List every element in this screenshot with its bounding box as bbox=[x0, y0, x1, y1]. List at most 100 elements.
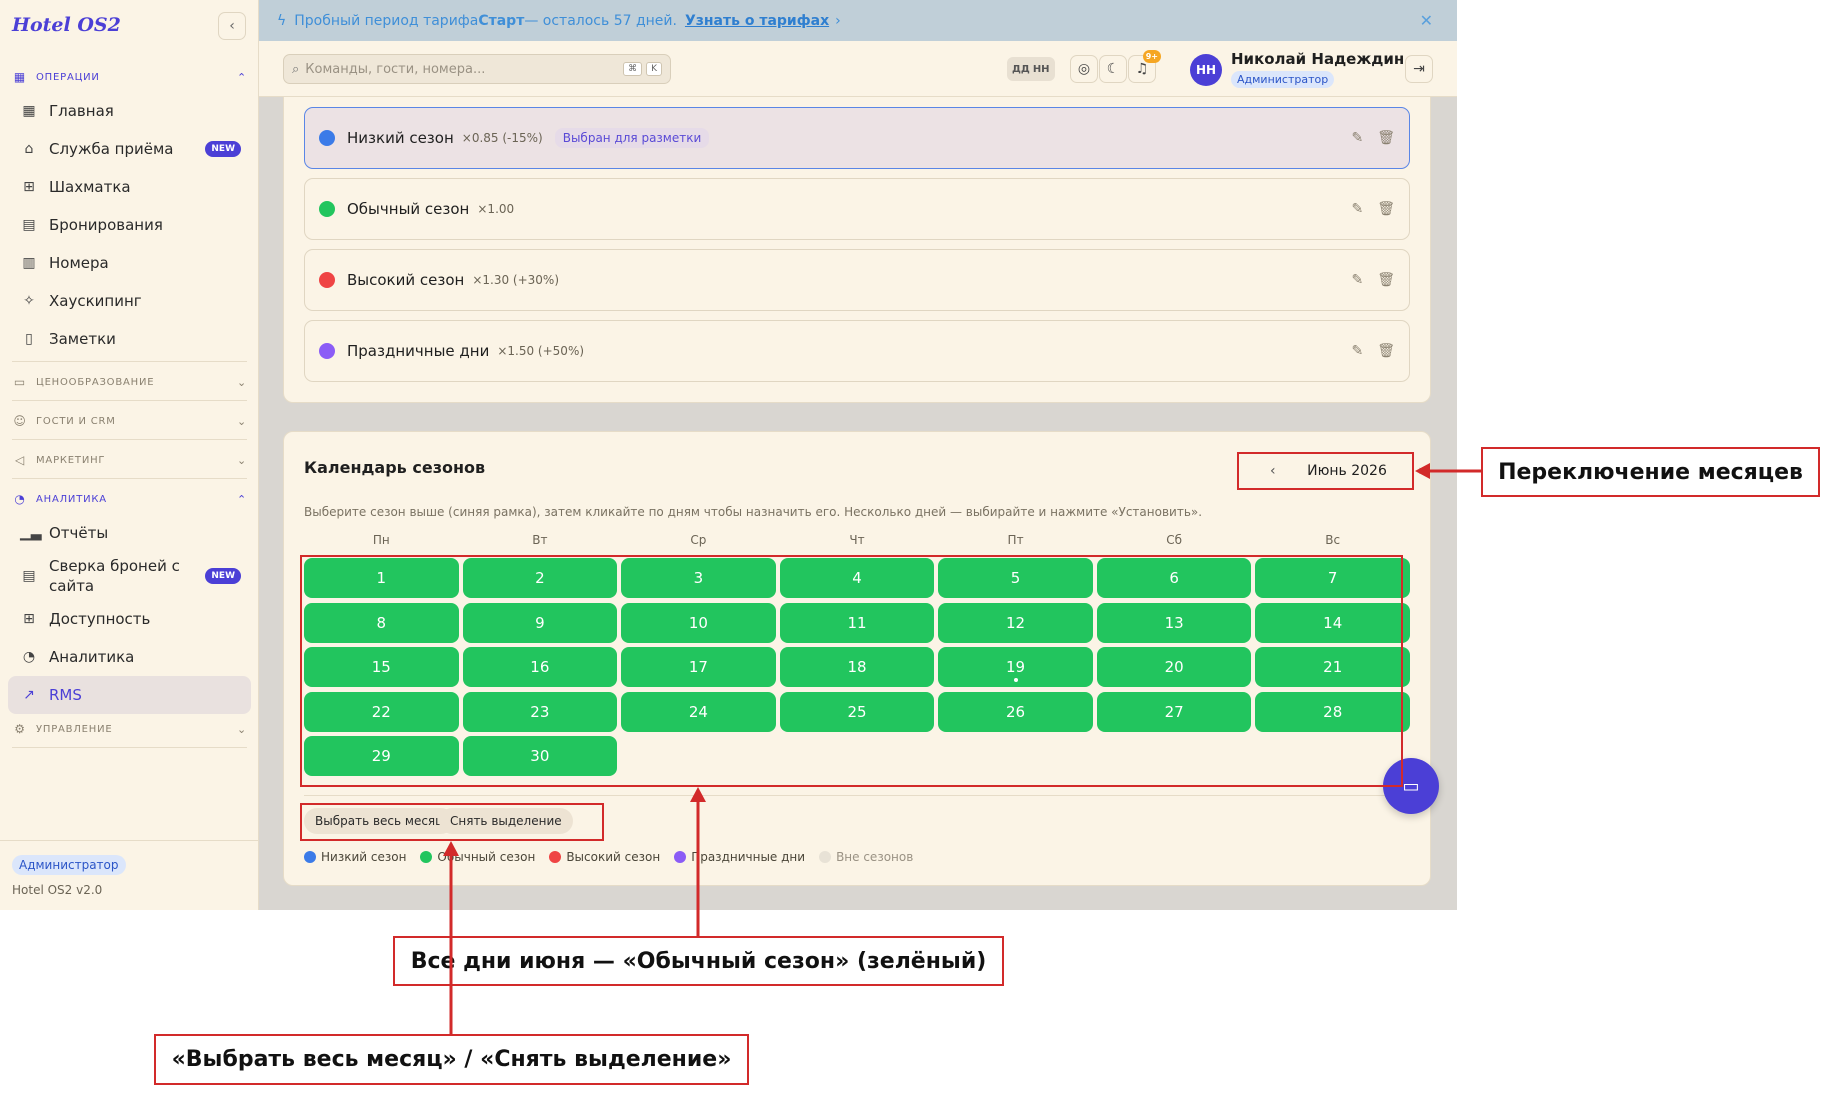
legend-item: Высокий сезон bbox=[549, 850, 660, 864]
role-badge: Администратор bbox=[12, 855, 126, 875]
chevron-up-icon: ⌃ bbox=[236, 70, 247, 84]
weekday-label: Вс bbox=[1325, 533, 1341, 547]
sidebar-item-front-desk[interactable]: ⌂ Служба приёма NEW bbox=[8, 130, 251, 168]
pricing-link[interactable]: Узнать о тарифах bbox=[685, 13, 829, 29]
weekday-label: Сб bbox=[1166, 533, 1183, 547]
notification-count: 9+ bbox=[1142, 50, 1161, 63]
sidebar-item-bookings[interactable]: ▤ Бронирования bbox=[8, 206, 251, 244]
section-pricing[interactable]: ▭ ЦЕНООБРАЗОВАНИЕ ⌄ bbox=[0, 367, 259, 397]
sidebar-item-notes[interactable]: ▯ Заметки bbox=[8, 320, 251, 358]
divider bbox=[12, 361, 247, 362]
document-icon: ▤ bbox=[22, 568, 36, 584]
close-icon[interactable]: ✕ bbox=[1420, 11, 1433, 30]
sidebar-item-reports[interactable]: ▁▃ Отчёты bbox=[8, 514, 251, 552]
weekday-label: Чт bbox=[849, 533, 865, 547]
sidebar-collapse-button[interactable]: ‹ bbox=[218, 12, 246, 40]
bell-service-icon: ⌂ bbox=[24, 141, 34, 157]
notifications-button[interactable]: ♫ 9+ bbox=[1128, 50, 1161, 83]
gear-icon: ⚙ bbox=[14, 722, 26, 736]
season-color-dot bbox=[319, 201, 335, 217]
logout-button[interactable]: ⇥ bbox=[1405, 55, 1433, 83]
shortcut-key: K bbox=[646, 62, 662, 76]
divider bbox=[12, 439, 247, 440]
sidebar-item-rooms[interactable]: ▥ Номера bbox=[8, 244, 251, 282]
divider bbox=[12, 478, 247, 479]
next-month-button[interactable]: › bbox=[1418, 463, 1424, 479]
trash-icon[interactable]: 🗑 bbox=[1377, 130, 1395, 146]
moon-icon: ☾ bbox=[1106, 61, 1120, 77]
language-switch[interactable]: ДД НН bbox=[1007, 57, 1055, 81]
legend-color-dot bbox=[420, 851, 433, 863]
annotation-box-buttons bbox=[300, 803, 604, 841]
trash-icon[interactable]: 🗑 bbox=[1377, 272, 1395, 288]
sidebar: Hotel OS2 ‹ ▦ ОПЕРАЦИИ ⌃ ▦ Главная ⌂ Служб… bbox=[0, 0, 259, 910]
new-badge: NEW bbox=[205, 141, 241, 157]
season-row-high[interactable]: Высокий сезон ×1.30 (+30%) ✎ 🗑 bbox=[304, 249, 1410, 311]
theme-palette-button[interactable]: ◎ bbox=[1070, 55, 1098, 83]
annotation-label-all-days: Все дни июня — «Обычный сезон» (зелёный) bbox=[393, 936, 1004, 986]
edit-icon[interactable]: ✎ bbox=[1351, 201, 1363, 217]
seasons-card: Низкий сезон ×0.85 (-15%) Выбран для раз… bbox=[283, 97, 1431, 403]
edit-icon[interactable]: ✎ bbox=[1351, 130, 1363, 146]
command-search[interactable]: ⌕ ⌘ K bbox=[283, 54, 671, 84]
bell-icon: ♫ bbox=[1135, 61, 1149, 77]
section-marketing[interactable]: ◁ МАРКЕТИНГ ⌄ bbox=[0, 445, 259, 475]
sparkles-icon: ✧ bbox=[23, 293, 35, 309]
sidebar-item-rms[interactable]: ↗ RMS bbox=[8, 676, 251, 714]
weekday-label: Пн bbox=[372, 533, 390, 547]
sidebar-item-housekeeping[interactable]: ✧ Хаускипинг bbox=[8, 282, 251, 320]
shortcut-key: ⌘ bbox=[623, 62, 643, 76]
legend-color-dot bbox=[819, 851, 832, 863]
trial-banner: ϟ Пробный период тарифа Старт — осталось… bbox=[259, 0, 1457, 41]
chevron-down-icon: ⌄ bbox=[236, 722, 247, 736]
weekday-label: Ср bbox=[690, 533, 707, 547]
trash-icon[interactable]: 🗑 bbox=[1377, 201, 1395, 217]
section-management[interactable]: ⚙ УПРАВЛЕНИЕ ⌄ bbox=[0, 714, 259, 744]
grid-icon: ▦ bbox=[13, 70, 27, 84]
weekday-label: Пт bbox=[1007, 533, 1024, 547]
search-icon: ⌕ bbox=[292, 61, 300, 77]
chevron-down-icon: ⌄ bbox=[236, 414, 247, 428]
edit-icon[interactable]: ✎ bbox=[1351, 343, 1363, 359]
new-badge: NEW bbox=[205, 568, 241, 584]
annotation-label-month-switch: Переключение месяцев bbox=[1481, 447, 1820, 497]
clipboard-icon: ▤ bbox=[22, 217, 36, 233]
legend-item: Праздничные дни bbox=[674, 850, 805, 864]
divider bbox=[12, 747, 247, 748]
pie-chart-icon: ◔ bbox=[14, 492, 26, 506]
section-operations[interactable]: ▦ ОПЕРАЦИИ ⌃ bbox=[0, 62, 259, 92]
search-input[interactable] bbox=[305, 61, 620, 77]
user-role-badge: Администратор bbox=[1231, 71, 1335, 88]
sidebar-item-analytics[interactable]: ◔ Аналитика bbox=[8, 638, 251, 676]
selected-season-chip: Выбран для разметки bbox=[554, 128, 710, 148]
annotation-box-calendar-grid bbox=[300, 555, 1403, 787]
season-row-regular[interactable]: Обычный сезон ×1.00 ✎ 🗑 bbox=[304, 178, 1410, 240]
sidebar-item-booking-reconciliation[interactable]: ▤ Сверка броней с сайта NEW bbox=[8, 552, 251, 600]
season-color-dot bbox=[319, 272, 335, 288]
legend-item: Вне сезонов bbox=[819, 850, 913, 864]
legend-color-dot bbox=[304, 851, 316, 863]
sidebar-item-chessboard[interactable]: ⊞ Шахматка bbox=[8, 168, 251, 206]
trash-icon[interactable]: 🗑 bbox=[1377, 343, 1395, 359]
legend-item: Обычный сезон bbox=[420, 850, 535, 864]
app-version: Hotel OS2 v2.0 bbox=[12, 883, 103, 897]
weekday-label: Вт bbox=[532, 533, 548, 547]
section-guests[interactable]: ☺ ГОСТИ И CRM ⌄ bbox=[0, 406, 259, 436]
dark-mode-button[interactable]: ☾ bbox=[1099, 55, 1127, 83]
chevron-down-icon: ⌄ bbox=[236, 453, 247, 467]
pie-chart-icon: ◔ bbox=[22, 649, 36, 665]
season-row-holidays[interactable]: Праздничные дни ×1.50 (+50%) ✎ 🗑 bbox=[304, 320, 1410, 382]
sidebar-footer: Администратор Hotel OS2 v2.0 bbox=[0, 840, 259, 910]
legend-color-dot bbox=[549, 851, 562, 863]
weekday-header: Пн Вт Ср Чт Пт Сб Вс bbox=[304, 533, 1410, 547]
season-legend: Низкий сезон Обычный сезон Высокий сезон Пр… bbox=[304, 850, 927, 864]
section-analytics[interactable]: ◔ АНАЛИТИКА ⌃ bbox=[0, 484, 259, 514]
sidebar-item-availability[interactable]: ⊞ Доступность bbox=[8, 600, 251, 638]
brand-logo[interactable]: Hotel OS2 bbox=[12, 14, 121, 36]
avatar[interactable]: НН bbox=[1190, 54, 1222, 86]
season-row-low[interactable]: Низкий сезон ×0.85 (-15%) Выбран для раз… bbox=[304, 107, 1410, 169]
edit-icon[interactable]: ✎ bbox=[1351, 272, 1363, 288]
sidebar-item-home[interactable]: ▦ Главная bbox=[8, 92, 251, 130]
building-icon: ▥ bbox=[22, 255, 36, 271]
top-header: ⌕ ⌘ K ДДНН ◎ ☾ ♫ 9+ НН Николай Надеждин … bbox=[259, 41, 1457, 97]
